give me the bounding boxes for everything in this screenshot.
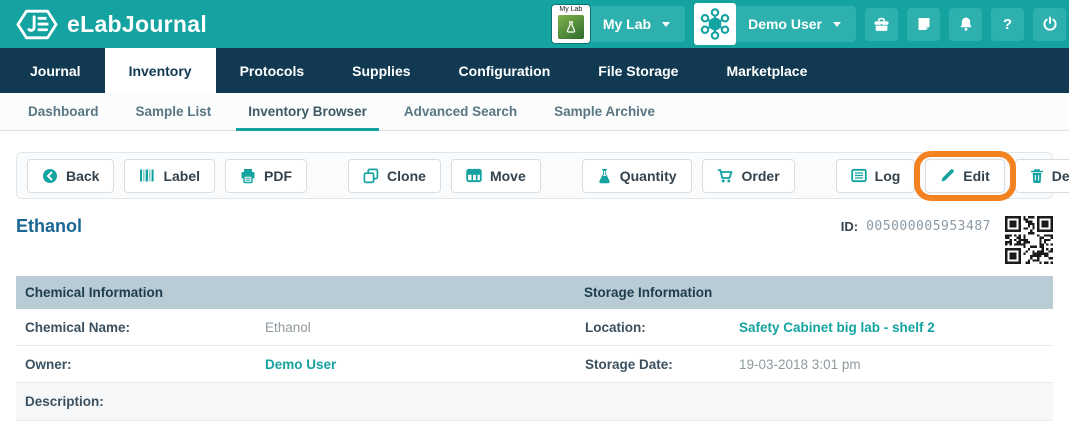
owner-link[interactable]: Demo User	[265, 357, 575, 372]
table-header-row: Chemical Information Storage Information	[16, 276, 1053, 309]
tab-marketplace[interactable]: Marketplace	[702, 48, 831, 93]
record-id-value: 005000005953487	[866, 219, 991, 234]
clone-button[interactable]: Clone	[348, 159, 441, 193]
storage-date-label: Storage Date:	[575, 357, 739, 372]
lab-thumbnail: My Lab	[551, 4, 591, 44]
pdf-button[interactable]: PDF	[225, 159, 307, 193]
label-button[interactable]: Label	[124, 159, 215, 193]
help-button[interactable]: ?	[991, 8, 1024, 41]
owner-label: Owner:	[16, 357, 265, 372]
toolbox-icon	[873, 16, 890, 33]
page-title: Ethanol	[16, 216, 82, 237]
flask-icon	[597, 168, 612, 184]
qr-code	[1005, 216, 1053, 264]
lab-image	[558, 15, 584, 39]
subnav-item-dashboard[interactable]: Dashboard	[16, 93, 111, 130]
brand[interactable]: eLabJournal	[16, 9, 207, 40]
question-mark-icon: ?	[1003, 16, 1012, 33]
sub-nav: Dashboard Sample List Inventory Browser …	[0, 93, 1069, 131]
logout-button[interactable]	[1033, 8, 1066, 41]
clone-icon	[363, 168, 379, 184]
power-icon	[1042, 16, 1058, 32]
tab-supplies[interactable]: Supplies	[328, 48, 434, 93]
delete-button[interactable]: Delete	[1015, 159, 1069, 193]
record-id-label: ID:	[841, 219, 858, 234]
main-nav: Journal Inventory Protocols Supplies Con…	[0, 48, 1069, 93]
table-row: Owner: Demo User Storage Date: 19-03-201…	[16, 346, 1053, 383]
chemical-information-header: Chemical Information	[16, 285, 575, 300]
notifications-button[interactable]	[949, 8, 982, 41]
cart-icon	[717, 168, 734, 184]
subnav-item-inventory-browser[interactable]: Inventory Browser	[236, 93, 379, 130]
tab-inventory[interactable]: Inventory	[105, 48, 216, 93]
my-lab-dropdown[interactable]: My Lab	[587, 6, 685, 42]
record-info-table: Chemical Information Storage Information…	[16, 276, 1053, 421]
tab-journal[interactable]: Journal	[6, 48, 105, 93]
printer-icon	[240, 168, 256, 184]
edit-button[interactable]: Edit	[925, 159, 1004, 193]
note-icon	[916, 16, 932, 32]
description-label: Description:	[16, 394, 265, 409]
bell-icon	[958, 16, 974, 32]
table-icon	[466, 168, 482, 183]
back-button[interactable]: Back	[27, 159, 114, 193]
location-link[interactable]: Safety Cabinet big lab - shelf 2	[739, 320, 1053, 335]
back-icon	[42, 168, 58, 184]
move-button[interactable]: Move	[451, 159, 541, 193]
table-row: Chemical Name: Ethanol Location: Safety …	[16, 309, 1053, 346]
log-button[interactable]: Log	[836, 159, 916, 193]
lab-selector[interactable]: My Lab My Lab	[551, 4, 685, 44]
record-toolbar: Back Label PDF Clone Move Quantity	[16, 152, 1053, 199]
order-button[interactable]: Order	[702, 159, 795, 193]
elabjournal-logo-icon	[16, 9, 58, 40]
chemical-name-label: Chemical Name:	[16, 320, 265, 335]
log-icon	[851, 168, 867, 183]
brand-name: eLabJournal	[67, 11, 207, 38]
chevron-down-icon	[833, 22, 841, 27]
notes-button[interactable]	[907, 8, 940, 41]
storage-information-header: Storage Information	[575, 285, 1053, 300]
subnav-item-sample-archive[interactable]: Sample Archive	[542, 93, 667, 130]
tab-protocols[interactable]: Protocols	[216, 48, 329, 93]
user-dropdown[interactable]: Demo User	[733, 6, 856, 42]
tab-configuration[interactable]: Configuration	[435, 48, 575, 93]
toolbox-button[interactable]	[865, 8, 898, 41]
trash-icon	[1030, 168, 1044, 184]
app-header: eLabJournal My Lab My Lab	[0, 0, 1069, 48]
chevron-down-icon	[662, 22, 670, 27]
quantity-button[interactable]: Quantity	[582, 159, 692, 193]
chemical-name-value: Ethanol	[265, 320, 575, 335]
user-avatar	[694, 3, 736, 45]
barcode-icon	[139, 168, 155, 183]
subnav-item-advanced-search[interactable]: Advanced Search	[392, 93, 529, 130]
tab-file-storage[interactable]: File Storage	[574, 48, 702, 93]
location-label: Location:	[575, 320, 739, 335]
storage-date-value: 19-03-2018 3:01 pm	[739, 357, 1053, 372]
user-menu[interactable]: Demo User	[694, 3, 856, 45]
table-row: Description:	[16, 383, 1053, 420]
pencil-icon	[940, 168, 955, 183]
subnav-item-sample-list[interactable]: Sample List	[124, 93, 224, 130]
